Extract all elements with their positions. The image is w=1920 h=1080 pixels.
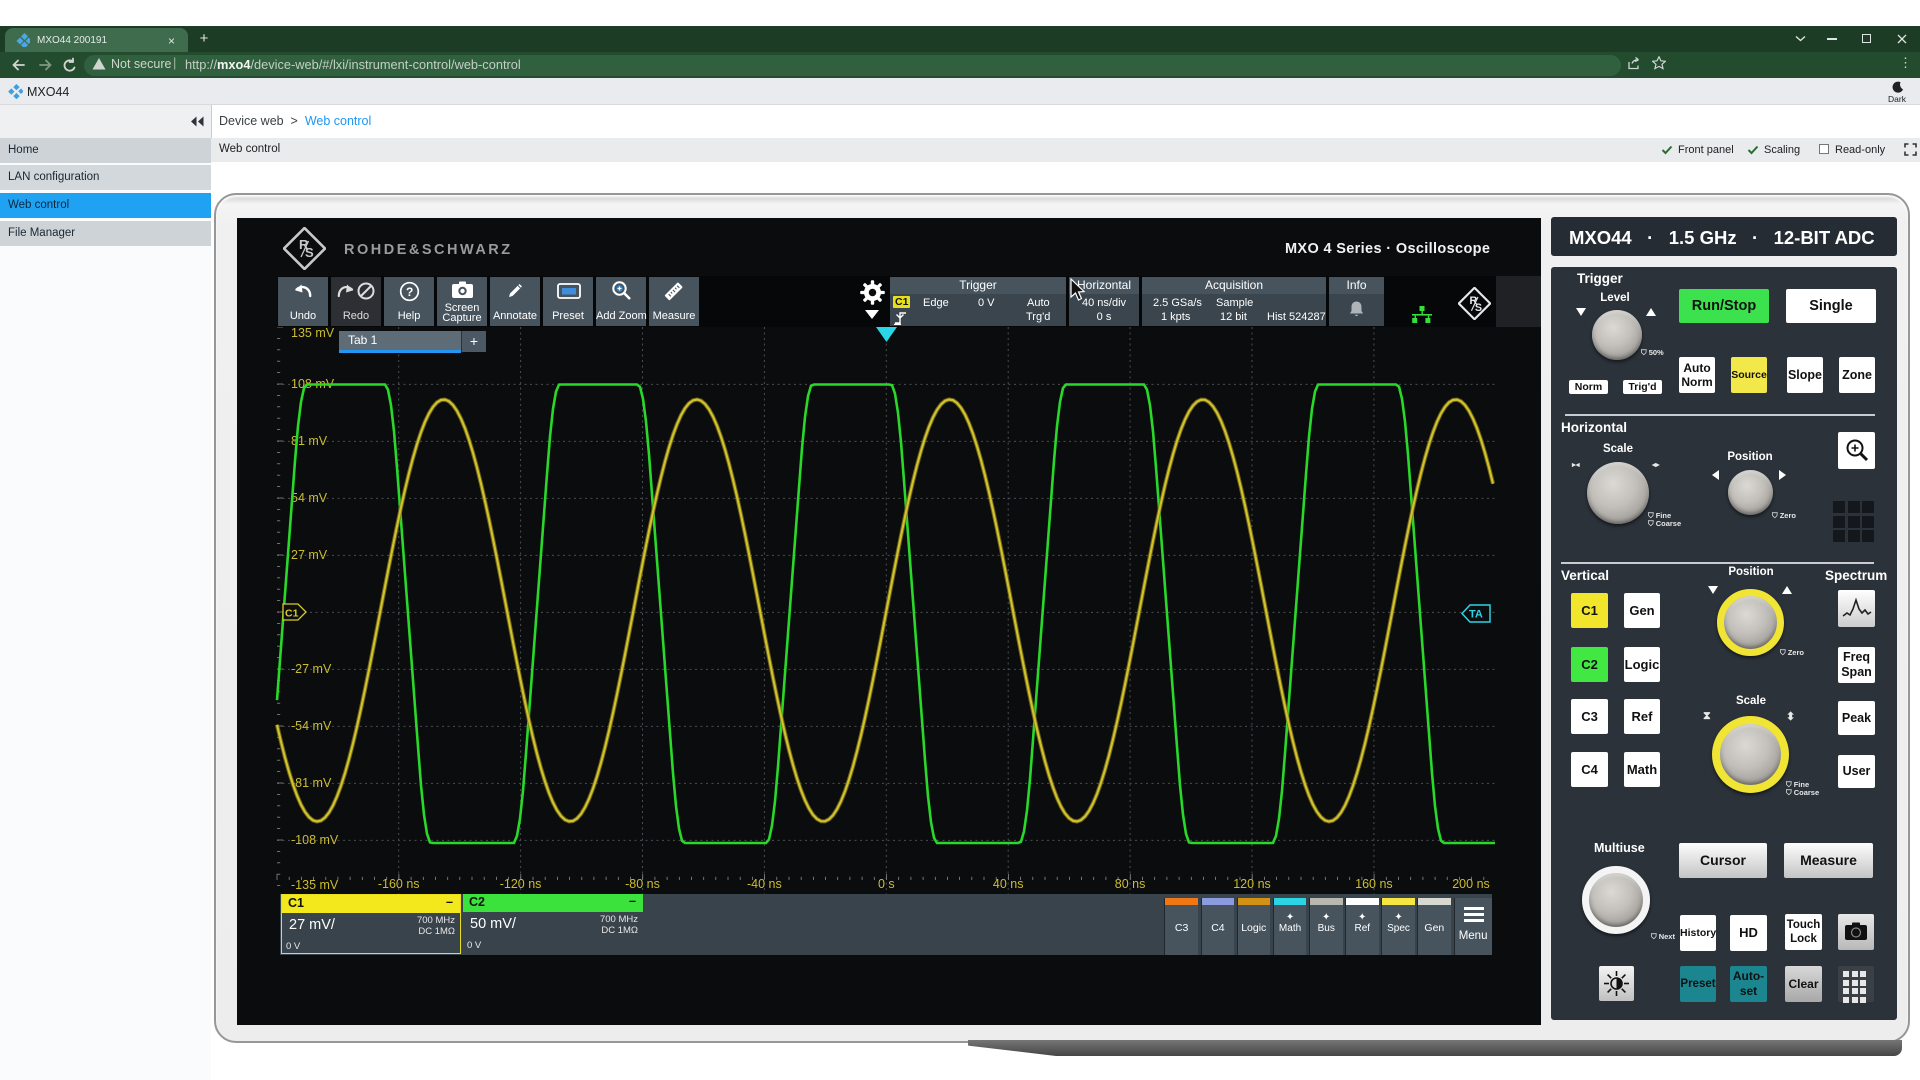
svg-text:200 ns: 200 ns: [1452, 877, 1490, 891]
svg-text:135 mV: 135 mV: [291, 327, 335, 340]
svg-text:-135 mV: -135 mV: [291, 878, 339, 892]
svg-text:80 ns: 80 ns: [1115, 877, 1146, 891]
svg-text:TA: TA: [1469, 609, 1483, 621]
svg-text:S: S: [1475, 302, 1482, 314]
svg-text:C1: C1: [285, 608, 299, 620]
svg-text:?: ?: [406, 285, 413, 299]
svg-text:-81 mV: -81 mV: [291, 776, 332, 790]
svg-text:-80 ns: -80 ns: [625, 877, 660, 891]
svg-text:-108 mV: -108 mV: [291, 833, 339, 847]
svg-text:-40 ns: -40 ns: [747, 877, 782, 891]
svg-text:-120 ns: -120 ns: [500, 877, 542, 891]
svg-text:27 mV: 27 mV: [291, 548, 328, 562]
svg-text:54 mV: 54 mV: [291, 491, 328, 505]
svg-text:S: S: [305, 245, 314, 260]
svg-text:160 ns: 160 ns: [1355, 877, 1393, 891]
svg-text:0 s: 0 s: [878, 877, 895, 891]
svg-text:-54 mV: -54 mV: [291, 719, 332, 733]
svg-text:120 ns: 120 ns: [1233, 877, 1271, 891]
svg-text:-160 ns: -160 ns: [378, 877, 420, 891]
svg-text:-27 mV: -27 mV: [291, 662, 332, 676]
svg-text:40 ns: 40 ns: [993, 877, 1024, 891]
